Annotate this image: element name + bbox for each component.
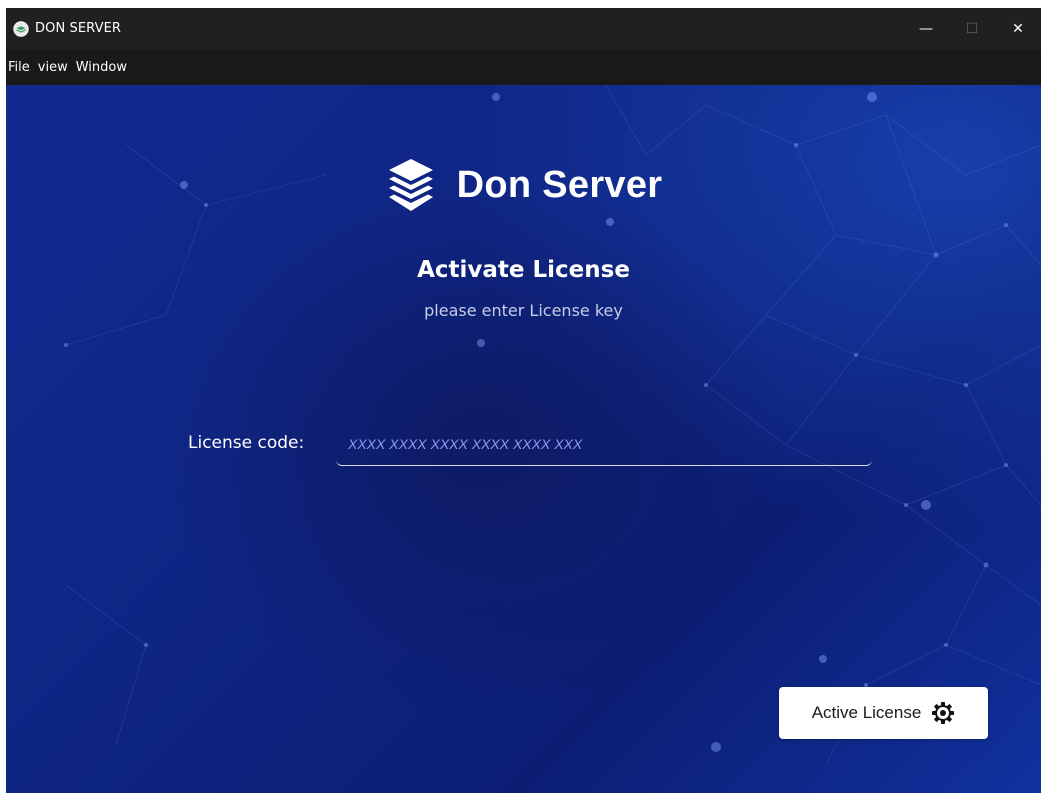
- layers-icon: [385, 157, 437, 213]
- active-license-label: Active License: [811, 703, 922, 722]
- brand-header: Don Server: [6, 157, 1041, 213]
- license-code-input[interactable]: [336, 423, 872, 466]
- menu-window[interactable]: Window: [76, 60, 135, 75]
- menu-bar: File view Window: [6, 49, 1041, 85]
- menu-file[interactable]: File: [8, 60, 38, 75]
- app-logo-icon: [13, 20, 29, 37]
- title-bar[interactable]: DON SERVER — ☐ ✕: [6, 8, 1041, 49]
- page-subtitle: please enter License key: [424, 301, 623, 320]
- brand-name: Don Server: [456, 163, 663, 206]
- window-controls: — ☐ ✕: [903, 8, 1041, 49]
- close-button[interactable]: ✕: [995, 8, 1041, 49]
- window-title: DON SERVER: [35, 21, 122, 36]
- activation-panel: Don Server Activate License please enter…: [6, 85, 1041, 793]
- active-license-button[interactable]: Active License: [779, 687, 988, 739]
- license-code-label: License code:: [188, 433, 305, 453]
- app-window: DON SERVER — ☐ ✕ File view Window Don Se…: [6, 8, 1041, 793]
- menu-view[interactable]: view: [38, 60, 76, 75]
- minimize-button[interactable]: —: [903, 8, 949, 49]
- maximize-button[interactable]: ☐: [949, 8, 995, 49]
- page-title: Activate License: [417, 257, 630, 283]
- gear-icon: [931, 701, 955, 725]
